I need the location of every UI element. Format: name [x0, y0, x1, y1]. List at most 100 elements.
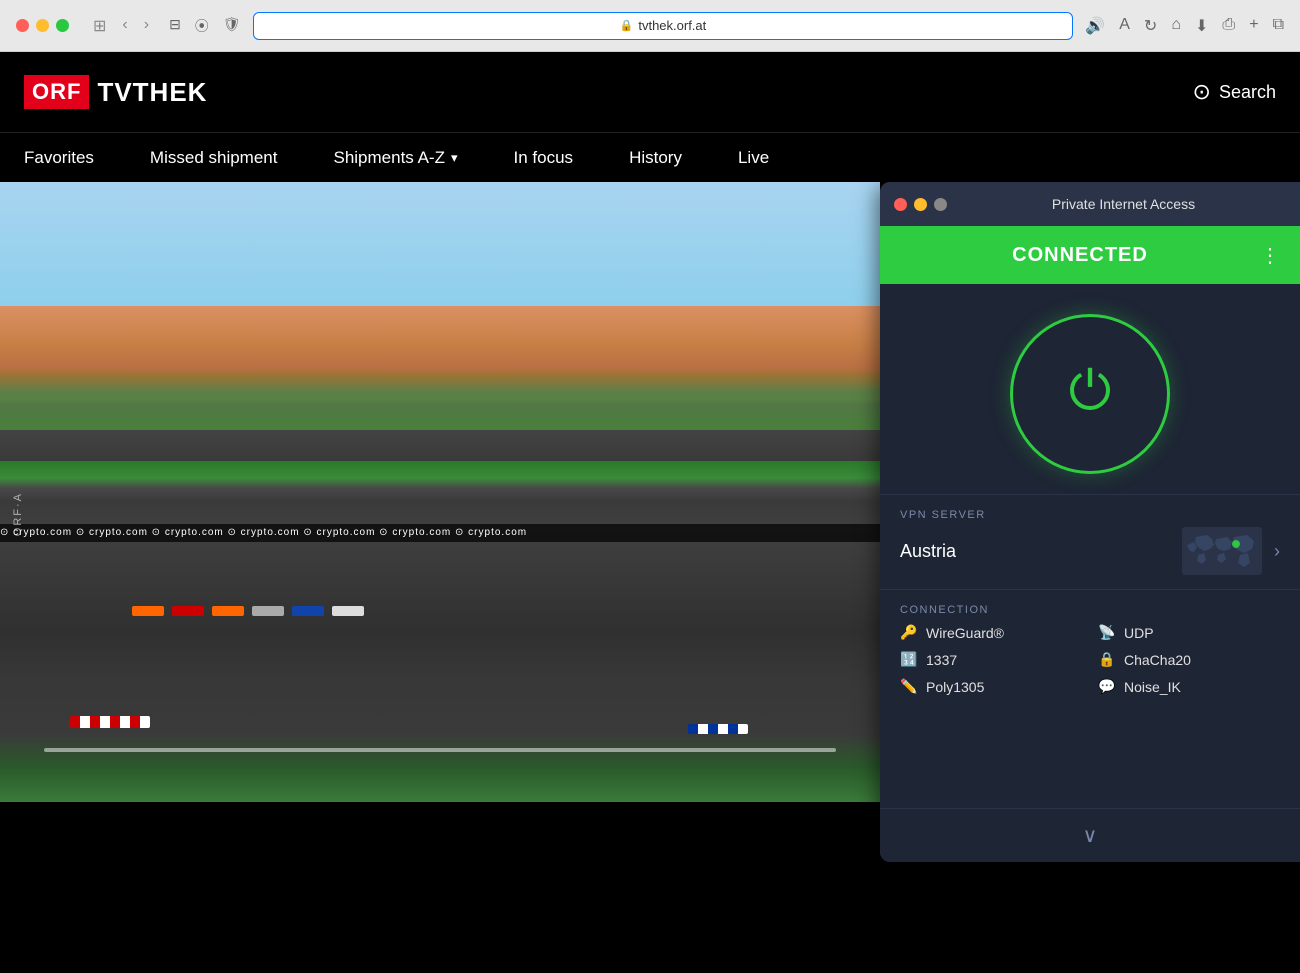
- f1-car-6: [332, 606, 364, 616]
- wireguard-icon: 🔑: [900, 624, 918, 641]
- maximize-button[interactable]: [56, 19, 69, 32]
- search-label: Search: [1219, 82, 1276, 103]
- noise-item: 💬 Noise_IK: [1098, 678, 1280, 695]
- url-text: tvthek.orf.at: [638, 18, 706, 33]
- pia-server-row[interactable]: Austria: [900, 527, 1280, 575]
- pia-map-area: [1182, 527, 1262, 575]
- reader-icon: ⊟: [169, 16, 181, 36]
- pia-power-button[interactable]: ⏻: [1010, 314, 1170, 474]
- orf-logo[interactable]: ORF TVTHEK: [24, 75, 207, 109]
- pia-server-name: Austria: [900, 541, 1170, 562]
- nav-missed-shipment[interactable]: Missed shipment: [122, 133, 306, 182]
- orf-watermark: ORF·A: [12, 492, 24, 536]
- crowd-area: [0, 306, 880, 430]
- f1-car-3: [212, 606, 244, 616]
- sound-icon[interactable]: 🔊: [1085, 16, 1105, 36]
- back-button[interactable]: ‹: [118, 14, 131, 38]
- chacha-value: ChaCha20: [1124, 652, 1191, 668]
- translate-icon[interactable]: A: [1119, 16, 1130, 36]
- browser-traffic-lights: [16, 19, 69, 32]
- browser-icons: ⊟ ⦿ 🛡: [169, 16, 241, 36]
- port-item: 🔢 1337: [900, 651, 1082, 668]
- crypto-banner: ⊙ crypto.com ⊙ crypto.com ⊙ crypto.com ⊙…: [0, 524, 880, 542]
- browser-actions: 🔊 A ↻ ⌂ ⬇ ⎙ + ⧉: [1085, 16, 1284, 36]
- orf-logo-box: ORF: [24, 75, 89, 109]
- nav-shipments-az[interactable]: Shipments A-Z ▾: [305, 133, 485, 182]
- f1-car-5: [292, 606, 324, 616]
- download-icon[interactable]: ⬇: [1195, 16, 1208, 36]
- noise-icon: 💬: [1098, 678, 1116, 695]
- orf-main: ⊙ crypto.com ⊙ crypto.com ⊙ crypto.com ⊙…: [0, 182, 1300, 802]
- noise-value: Noise_IK: [1124, 679, 1181, 695]
- sidebar-toggle-icon[interactable]: ⊞: [89, 14, 110, 38]
- chacha-item: 🔒 ChaCha20: [1098, 651, 1280, 668]
- crypto-text: ⊙ crypto.com ⊙ crypto.com ⊙ crypto.com ⊙…: [0, 527, 527, 538]
- wireguard-item: 🔑 WireGuard®: [900, 624, 1082, 641]
- pia-connected-bar: CONNECTED ⋮: [880, 226, 1300, 284]
- close-button[interactable]: [16, 19, 29, 32]
- pia-titlebar: Private Internet Access: [880, 182, 1300, 226]
- minimize-button[interactable]: [36, 19, 49, 32]
- orf-tvthek-label: TVTHEK: [97, 77, 207, 108]
- curb-blue-white: [688, 724, 748, 734]
- f1-car-4: [252, 606, 284, 616]
- pia-connection-grid: 🔑 WireGuard® 📡 UDP 🔢 1337: [900, 624, 1280, 695]
- orf-header: ORF TVTHEK ⊙ Search: [0, 52, 1300, 132]
- f1-car-1: [132, 606, 164, 616]
- url-bar[interactable]: 🔒 tvthek.orf.at: [253, 12, 1074, 40]
- world-map-icon: [1182, 527, 1262, 575]
- track-lines: [44, 748, 836, 752]
- pia-server-chevron[interactable]: ›: [1274, 541, 1280, 562]
- pia-traffic-lights: [894, 198, 947, 211]
- f1-car-2: [172, 606, 204, 616]
- pia-power-area: ⏻: [880, 284, 1300, 494]
- vpn-server-label: VPN SERVER: [900, 509, 1280, 521]
- race-video[interactable]: ⊙ crypto.com ⊙ crypto.com ⊙ crypto.com ⊙…: [0, 182, 880, 802]
- port-icon: 🔢: [900, 651, 918, 668]
- poly-item: ✏️ Poly1305: [900, 678, 1082, 695]
- search-button[interactable]: ⊙ Search: [1193, 79, 1276, 105]
- home-icon[interactable]: ⌂: [1171, 16, 1181, 36]
- orf-site: ORF TVTHEK ⊙ Search Favorites Missed shi…: [0, 52, 1300, 973]
- browser-navigation: ⊞ ‹ ›: [89, 14, 153, 38]
- lock-extension-icon: 🛡: [223, 16, 241, 36]
- new-tab-icon[interactable]: +: [1249, 16, 1258, 36]
- curb-red-white: [70, 716, 150, 728]
- tabs-icon[interactable]: ⧉: [1273, 16, 1284, 36]
- poly-value: Poly1305: [926, 679, 984, 695]
- pia-close-button[interactable]: [894, 198, 907, 211]
- pia-maximize-button[interactable]: [934, 198, 947, 211]
- forward-button[interactable]: ›: [140, 14, 153, 38]
- ssl-lock-icon: 🔒: [620, 19, 634, 32]
- pia-minimize-button[interactable]: [914, 198, 927, 211]
- nav-in-focus[interactable]: In focus: [486, 133, 602, 182]
- pia-menu-button[interactable]: ⋮: [1260, 243, 1280, 268]
- search-icon: ⊙: [1193, 79, 1211, 105]
- connection-label: CONNECTION: [900, 604, 1280, 616]
- nav-favorites[interactable]: Favorites: [24, 133, 122, 182]
- pia-title: Private Internet Access: [961, 196, 1286, 212]
- nav-live[interactable]: Live: [710, 133, 797, 182]
- pia-bottom-section: ∨: [880, 808, 1300, 862]
- wireguard-value: WireGuard®: [926, 625, 1004, 641]
- pia-connected-status: CONNECTED: [900, 244, 1260, 267]
- shield-icon: ⦿: [195, 16, 209, 36]
- udp-value: UDP: [1124, 625, 1154, 641]
- pia-connection-section: CONNECTION 🔑 WireGuard® 📡 UDP 🔢: [880, 589, 1300, 709]
- shipments-dropdown-icon: ▾: [451, 150, 458, 166]
- browser-chrome: ⊞ ‹ › ⊟ ⦿ 🛡 🔒 tvthek.orf.at 🔊 A ↻ ⌂ ⬇ ⎙ …: [0, 0, 1300, 52]
- chacha-icon: 🔒: [1098, 651, 1116, 668]
- orf-nav: Favorites Missed shipment Shipments A-Z …: [0, 132, 1300, 182]
- refresh-icon[interactable]: ↻: [1144, 16, 1157, 36]
- share-icon[interactable]: ⎙: [1222, 16, 1235, 36]
- nav-history[interactable]: History: [601, 133, 710, 182]
- udp-item: 📡 UDP: [1098, 624, 1280, 641]
- pia-server-section: VPN SERVER Austria: [880, 494, 1300, 589]
- pia-expand-button[interactable]: ∨: [1083, 823, 1098, 848]
- pia-power-icon: ⏻: [1069, 364, 1112, 418]
- udp-icon: 📡: [1098, 624, 1116, 641]
- port-value: 1337: [926, 652, 957, 668]
- f1-cars: [132, 606, 364, 616]
- poly-icon: ✏️: [900, 678, 918, 695]
- pia-panel: Private Internet Access CONNECTED ⋮ ⏻ VP…: [880, 182, 1300, 862]
